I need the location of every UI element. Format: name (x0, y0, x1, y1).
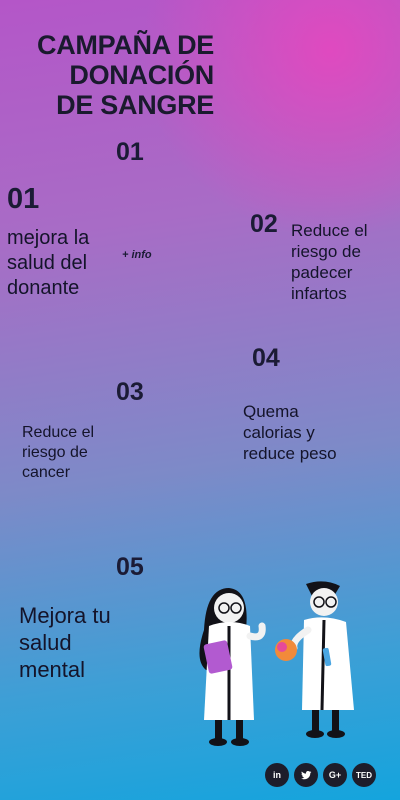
scientist-man-icon (275, 581, 354, 738)
title-line-2: DONACIÓN (69, 60, 214, 90)
item-03-line: riesgo de (22, 444, 88, 461)
item-03-number: 03 (116, 378, 144, 406)
title-line-1: CAMPAÑA DE (37, 30, 214, 60)
item-05-line: salud (19, 630, 72, 655)
title-line-3: DE SANGRE (56, 90, 214, 120)
item-05-line: mental (19, 657, 86, 682)
item-01-line: mejora la (7, 227, 90, 249)
item-03-text: Reduce el riesgo de cancer (22, 423, 94, 483)
item-04-number: 04 (252, 344, 280, 372)
item-02-line: riesgo de (291, 242, 361, 261)
page-title: CAMPAÑA DE DONACIÓN DE SANGRE (37, 30, 214, 120)
header-number: 01 (116, 138, 144, 166)
item-03-line: Reduce el (22, 424, 95, 441)
twitter-icon[interactable] (294, 763, 318, 787)
item-02-text: Reduce el riesgo de padecer infartos (291, 220, 368, 304)
item-03-line: cancer (22, 464, 71, 481)
item-04-line: calorias y (243, 423, 315, 442)
more-info-link[interactable]: + info (122, 249, 152, 261)
item-01-text: mejora la salud del donante (7, 226, 89, 301)
google-plus-icon[interactable]: G+ (323, 763, 347, 787)
item-01-line: donante (7, 277, 80, 299)
item-05-text: Mejora tu salud mental (19, 602, 111, 683)
item-04-text: Quema calorias y reduce peso (243, 401, 337, 464)
ted-icon[interactable]: TED (352, 763, 376, 787)
item-02-line: padecer (291, 263, 353, 282)
item-02-line: Reduce el (291, 221, 368, 240)
scientist-woman-icon (199, 588, 266, 746)
item-04-line: reduce peso (243, 444, 337, 463)
item-01-line: salud del (7, 252, 88, 274)
linkedin-icon[interactable]: in (265, 763, 289, 787)
item-04-line: Quema (243, 402, 299, 421)
item-02-number: 02 (250, 210, 278, 238)
scientists-illustration (199, 581, 354, 746)
item-02-line: infartos (291, 284, 347, 303)
social-links: in G+ TED (265, 763, 376, 787)
infographic-page: CAMPAÑA DE DONACIÓN DE SANGRE 01 01 mejo… (0, 0, 400, 800)
twitter-bird-icon (301, 770, 312, 780)
item-01-number: 01 (7, 183, 40, 215)
item-05-number: 05 (116, 553, 144, 581)
item-05-line: Mejora tu (19, 603, 111, 628)
